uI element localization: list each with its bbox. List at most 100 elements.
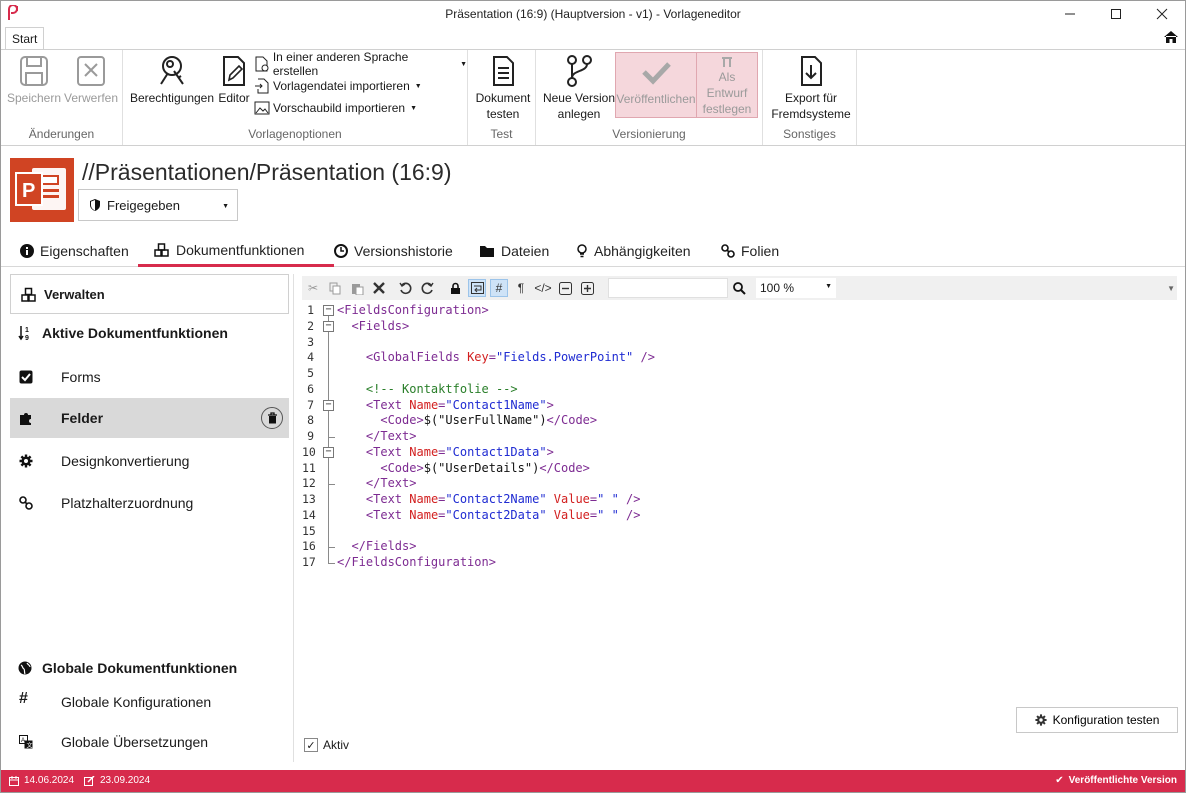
permissions-icon [160,56,184,85]
status-bar: 14.06.2024 23.09.2024 ✔ Veröffentlichte … [1,770,1185,792]
global-translations-label: Globale Übersetzungen [61,734,209,750]
gear-icon [19,454,33,468]
global-configurations-item[interactable]: # Globale Konfigurationen [10,682,289,722]
cut-button[interactable]: ✂ [304,279,322,297]
tab-properties-label: Eigenschaften [40,243,129,259]
image-icon [254,101,270,115]
active-label: Aktiv [323,738,350,752]
group-label-other: Sonstiges [783,127,836,141]
maximize-button[interactable] [1093,1,1139,27]
line-number: 2 [307,318,314,333]
permissions-button[interactable]: Berechtigungen [129,54,215,106]
search-button[interactable] [730,279,748,297]
format-code-button[interactable]: </> [534,279,552,297]
xml-code-editor[interactable]: 1− <FieldsConfiguration> 2− <Fields> 3 4 <Gl… [302,302,1177,702]
new-version-label-1: Neue Version [542,91,616,105]
copy-button[interactable] [326,279,344,297]
svg-text:P: P [22,180,35,202]
lock-button[interactable] [446,279,464,297]
line-number: 12 [302,476,316,491]
show-whitespace-button[interactable]: ¶ [512,279,530,297]
test-configuration-button[interactable]: Konfiguration testen [1016,707,1178,733]
editor-button[interactable]: Editor [216,54,252,106]
fold-toggle[interactable]: − [323,446,334,458]
toolbar-overflow-icon[interactable]: ▼ [1167,284,1175,293]
code-line: </Text> [365,476,417,491]
home-icon[interactable] [1163,29,1179,45]
test-document-label-2: testen [486,107,520,121]
manage-button[interactable]: Verwalten [10,274,289,314]
global-translations-item[interactable]: A文 Globale Übersetzungen [10,722,289,762]
function-item-placeholder-mapping[interactable]: Platzhalterzuordnung [10,483,289,523]
tab-version-history[interactable]: Versionshistorie [334,241,453,267]
new-version-label-2: anlegen [557,107,601,121]
tab-files[interactable]: Dateien [479,241,549,267]
line-number: 14 [302,507,316,522]
word-wrap-button[interactable] [468,279,486,297]
line-number: 5 [307,366,314,380]
minimize-button[interactable] [1047,1,1093,27]
zoom-select[interactable]: 100 % ▼ [756,278,836,298]
function-item-label: Felder [61,410,104,426]
line-number: 3 [307,334,314,349]
publish-state-label: Veröffentlichte Version [1068,775,1177,786]
set-draft-button[interactable]: Als Entwurf festlegen [696,52,758,118]
delete-button[interactable] [261,407,283,429]
function-item-forms[interactable]: Forms [10,357,289,397]
modified-date: 23.09.2024 [84,775,150,786]
expand-all-button[interactable] [578,279,596,297]
create-other-language-button[interactable]: In einer anderen Sprache erstellen ▼ [254,50,467,78]
close-button[interactable] [1139,1,1185,27]
fold-toggle[interactable]: − [323,305,334,316]
search-icon [732,281,746,295]
delete-text-button[interactable] [370,279,388,297]
maximize-icon [1111,9,1121,19]
tab-slides[interactable]: Folien [721,241,779,267]
svg-text:A: A [21,738,25,744]
code-line: <Code>$("UserDetails")</Code> [380,460,590,475]
active-checkbox[interactable]: ✓ Aktiv [304,738,349,752]
import-file-icon [255,78,269,94]
line-numbers-button[interactable]: # [490,279,508,297]
fold-toggle[interactable]: − [323,320,334,332]
line-number: 1 [307,303,314,317]
clock-icon [334,244,348,258]
globe-icon [18,661,32,675]
undo-button[interactable] [396,279,414,297]
save-button[interactable]: Speichern [7,54,61,106]
test-document-label-1: Dokument [475,91,531,105]
editor-search-input[interactable] [608,278,728,298]
import-template-button[interactable]: Vorlagendatei importieren ▼ [254,76,422,96]
status-dropdown[interactable]: Freigegeben ▼ [78,189,238,221]
tab-dependencies[interactable]: Abhängigkeiten [576,241,691,267]
fold-toggle[interactable]: − [323,399,334,411]
publish-button[interactable]: Veröffentlichen [615,52,697,118]
tab-dependencies-label: Abhängigkeiten [594,243,691,259]
tab-properties[interactable]: Eigenschaften [20,241,129,267]
import-preview-button[interactable]: Vorschaubild importieren ▼ [254,98,417,118]
collapse-all-button[interactable] [556,279,574,297]
set-draft-label-1: Als Entwurf [706,70,748,100]
redo-button[interactable] [418,279,436,297]
cubes-icon [21,287,36,302]
paste-button[interactable] [348,279,366,297]
discard-button[interactable]: Verwerfen [64,54,118,106]
function-item-design-conversion[interactable]: Designkonvertierung [10,441,289,481]
group-label-changes: Änderungen [28,127,95,141]
tab-document-functions[interactable]: Dokumentfunktionen [138,241,335,267]
shield-icon [90,199,100,211]
status-value: Freigegeben [107,197,180,213]
line-number: 9 [307,429,314,443]
document-functions-panel: Verwalten 19 Aktive Dokumentfunktionen F… [10,274,294,762]
global-configurations-label: Globale Konfigurationen [61,694,212,710]
new-version-button[interactable]: Neue Version anlegen [541,54,617,122]
fold-end-marker [328,547,335,549]
function-item-felder[interactable]: Felder [10,398,289,438]
group-label-versioning: Versionierung [612,127,686,141]
export-button[interactable]: Export für Fremdsysteme [769,54,853,122]
editor-label: Editor [218,91,250,105]
set-draft-label-2: festlegen [702,102,752,116]
tab-start[interactable]: Start [5,27,45,50]
svg-text:1: 1 [25,327,29,334]
test-document-button[interactable]: Dokument testen [474,54,532,122]
